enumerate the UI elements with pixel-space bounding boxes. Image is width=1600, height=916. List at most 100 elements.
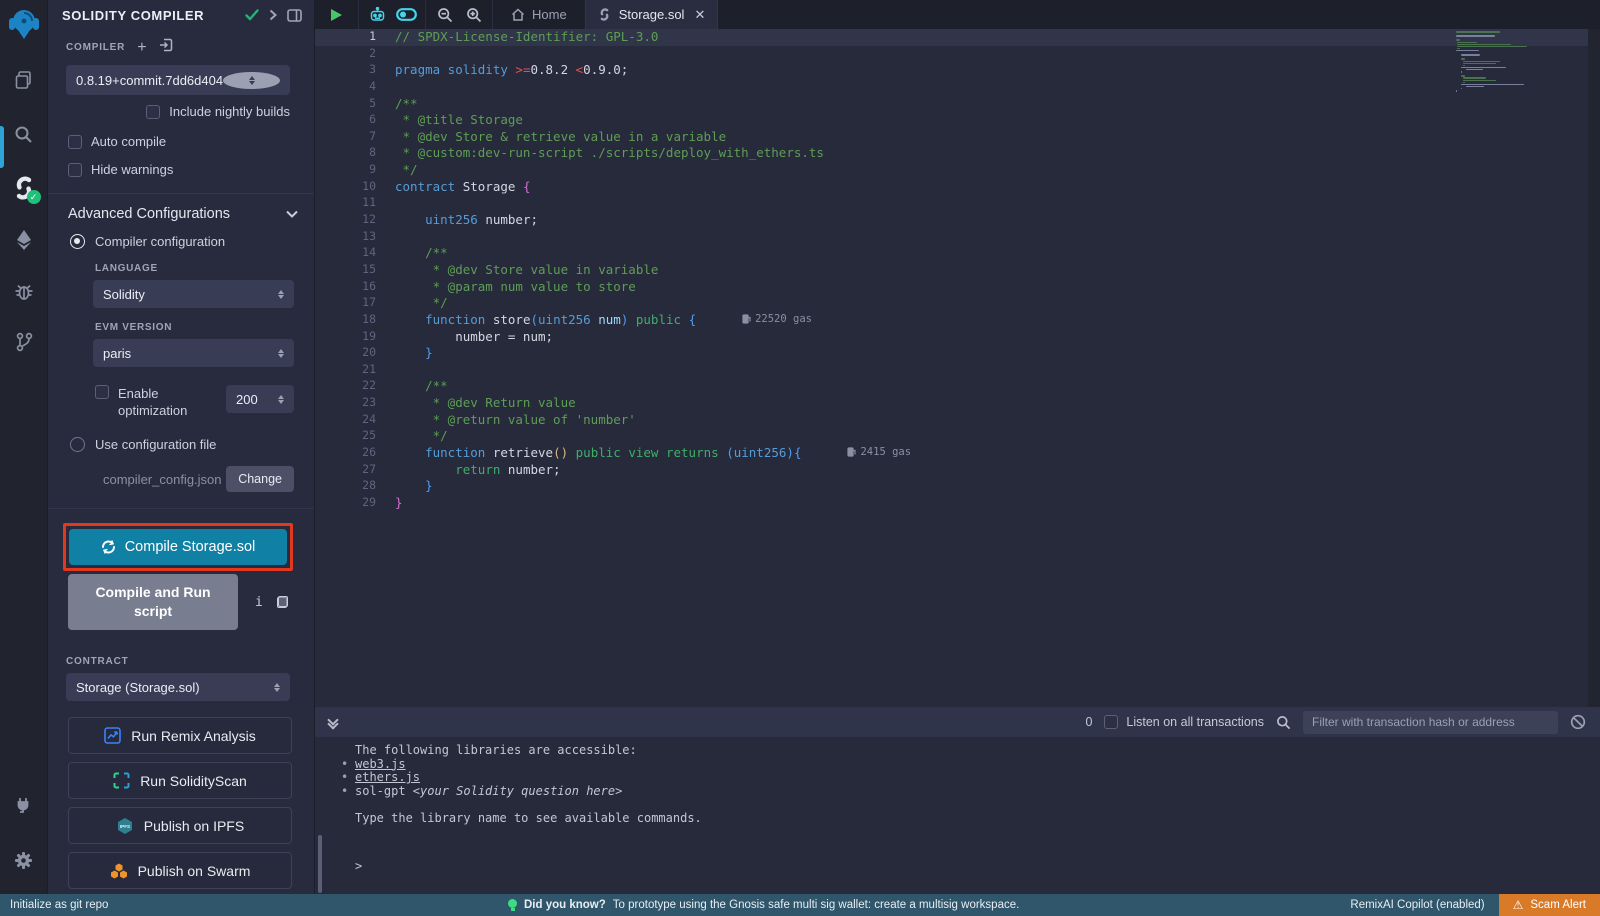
terminal-toolbar: 0 Listen on all transactions [315, 707, 1600, 737]
compiler-configuration-label: Compiler configuration [95, 234, 225, 249]
minimap[interactable] [1450, 29, 1588, 707]
select-arrows-icon [278, 290, 284, 299]
clear-console-icon[interactable] [1570, 714, 1586, 730]
ai-copilot-robot-icon[interactable] [363, 0, 392, 29]
run-script-play-icon[interactable] [322, 0, 351, 29]
solidity-compiler-panel: SOLIDITY COMPILER COMPILER + 0.8.19+comm… [48, 0, 315, 894]
action-scan-button[interactable]: Run SolidityScan [68, 762, 292, 799]
scam-alert-badge[interactable]: ⚠ Scam Alert [1499, 894, 1600, 916]
compiler-configuration-radio[interactable] [70, 234, 85, 249]
pin-panel-icon[interactable] [287, 9, 302, 22]
evm-version-value: paris [103, 346, 131, 361]
terminal-line [355, 798, 1600, 812]
code-line: 26 function retrieve() public view retur… [315, 445, 1600, 462]
contract-value: Storage (Storage.sol) [76, 680, 200, 695]
include-nightly-checkbox[interactable] [146, 105, 160, 119]
hide-warnings-checkbox[interactable] [68, 163, 82, 177]
library-link[interactable]: ethers.js [355, 770, 420, 784]
language-label: LANGUAGE [95, 263, 314, 274]
line-number: 22 [315, 378, 376, 392]
code-line: 27 return number; [315, 462, 1600, 479]
library-link[interactable]: web3.js [355, 757, 406, 771]
transaction-filter-input[interactable] [1303, 711, 1558, 734]
line-number: 6 [315, 112, 376, 126]
zoom-in-icon[interactable] [459, 0, 488, 29]
deploy-run-icon[interactable] [0, 220, 48, 260]
terminal-prompt[interactable]: > [355, 860, 1600, 874]
editor-scrollbar[interactable] [1588, 29, 1600, 707]
select-arrows-icon [274, 683, 280, 692]
compiler-section-label: COMPILER [66, 42, 125, 53]
action-swarm-button[interactable]: Publish on Swarm [68, 852, 292, 889]
line-number: 24 [315, 412, 376, 426]
code-line: 9 */ [315, 162, 1600, 179]
copilot-toggle-icon[interactable] [392, 0, 421, 29]
zoom-out-icon[interactable] [430, 0, 459, 29]
line-number: 28 [315, 478, 376, 492]
remix-logo-icon[interactable] [0, 0, 48, 46]
action-button-label: Run Remix Analysis [131, 728, 256, 744]
code-line: 3pragma solidity >=0.8.2 <0.9.0; [315, 62, 1600, 79]
compiler-version-select[interactable]: 0.8.19+commit.7dd6d404 [66, 65, 290, 95]
settings-gear-icon[interactable] [0, 840, 48, 880]
git-icon[interactable] [0, 322, 48, 362]
add-compiler-icon[interactable]: + [137, 43, 146, 53]
use-configuration-file-radio[interactable] [70, 437, 85, 452]
close-tab-icon[interactable]: ✕ [694, 7, 705, 23]
expand-terminal-icon[interactable] [329, 716, 337, 728]
config-file-name: compiler_config.json [103, 472, 226, 487]
file-explorer-icon[interactable] [0, 60, 48, 100]
change-config-button[interactable]: Change [226, 466, 294, 492]
chevron-right-icon[interactable] [269, 9, 277, 21]
debugger-icon[interactable] [0, 272, 48, 312]
git-init-status[interactable]: Initialize as git repo [10, 899, 108, 911]
terminal-line: Type the library name to see available c… [355, 812, 1600, 826]
evm-version-select[interactable]: paris [93, 339, 294, 367]
bullet: • [341, 758, 355, 772]
line-number: 18 [315, 312, 376, 326]
terminal-output[interactable]: The following libraries are accessible:•… [315, 737, 1600, 894]
language-select[interactable]: Solidity [93, 280, 294, 308]
compile-success-badge: ✓ [27, 190, 41, 204]
info-icon[interactable]: i [255, 595, 263, 610]
code-editor[interactable]: 1// SPDX-License-Identifier: GPL-3.023pr… [315, 29, 1600, 707]
compile-and-run-button[interactable]: Compile and Run script [68, 574, 238, 630]
advanced-configurations-header[interactable]: Advanced Configurations [48, 193, 314, 222]
enable-optimization-label: Enable optimization [118, 385, 206, 419]
compile-button-label: Compile Storage.sol [125, 539, 256, 555]
action-chart-button[interactable]: Run Remix Analysis [68, 717, 292, 754]
advanced-configurations-title: Advanced Configurations [68, 206, 286, 222]
line-number: 17 [315, 295, 376, 309]
action-ipfs-button[interactable]: IPFSPublish on IPFS [68, 807, 292, 844]
line-number: 7 [315, 129, 376, 143]
terminal-line: The following libraries are accessible: [355, 744, 1600, 758]
terminal-line: •ethers.js [355, 771, 1600, 785]
select-arrows-icon [278, 395, 284, 404]
code-lines: 1// SPDX-License-Identifier: GPL-3.023pr… [315, 29, 1600, 512]
listen-all-transactions-checkbox[interactable] [1104, 715, 1118, 729]
copy-icon[interactable] [277, 596, 288, 608]
line-number: 26 [315, 445, 376, 459]
enable-optimization-checkbox[interactable] [95, 385, 109, 399]
terminal-scrollbar[interactable] [318, 835, 322, 893]
search-icon[interactable] [0, 114, 48, 154]
terminal-search-icon[interactable] [1276, 715, 1291, 730]
contract-select[interactable]: Storage (Storage.sol) [66, 673, 290, 701]
plugin-manager-icon[interactable] [0, 784, 48, 824]
gas-estimate: 2415 gas [847, 446, 911, 458]
svg-text:IPFS: IPFS [120, 824, 130, 829]
version-stepper-icon [223, 72, 280, 89]
optimization-runs-input[interactable]: 200 [226, 385, 294, 413]
line-number: 8 [315, 145, 376, 159]
language-value: Solidity [103, 287, 145, 302]
load-compiler-file-icon[interactable] [159, 38, 173, 57]
tab-storage-sol[interactable]: Storage.sol ✕ [585, 0, 719, 29]
editor-area: Home Storage.sol ✕ 1// SPDX-License-Iden… [315, 0, 1600, 894]
tab-home[interactable]: Home [493, 0, 585, 29]
compile-button[interactable]: Compile Storage.sol [69, 529, 287, 565]
status-bar: Initialize as git repo Did you know? To … [0, 894, 1600, 916]
select-arrows-icon [278, 349, 284, 358]
solidity-compiler-icon[interactable]: ✓ [0, 168, 48, 208]
tab-home-label: Home [532, 7, 567, 22]
auto-compile-checkbox[interactable] [68, 135, 82, 149]
